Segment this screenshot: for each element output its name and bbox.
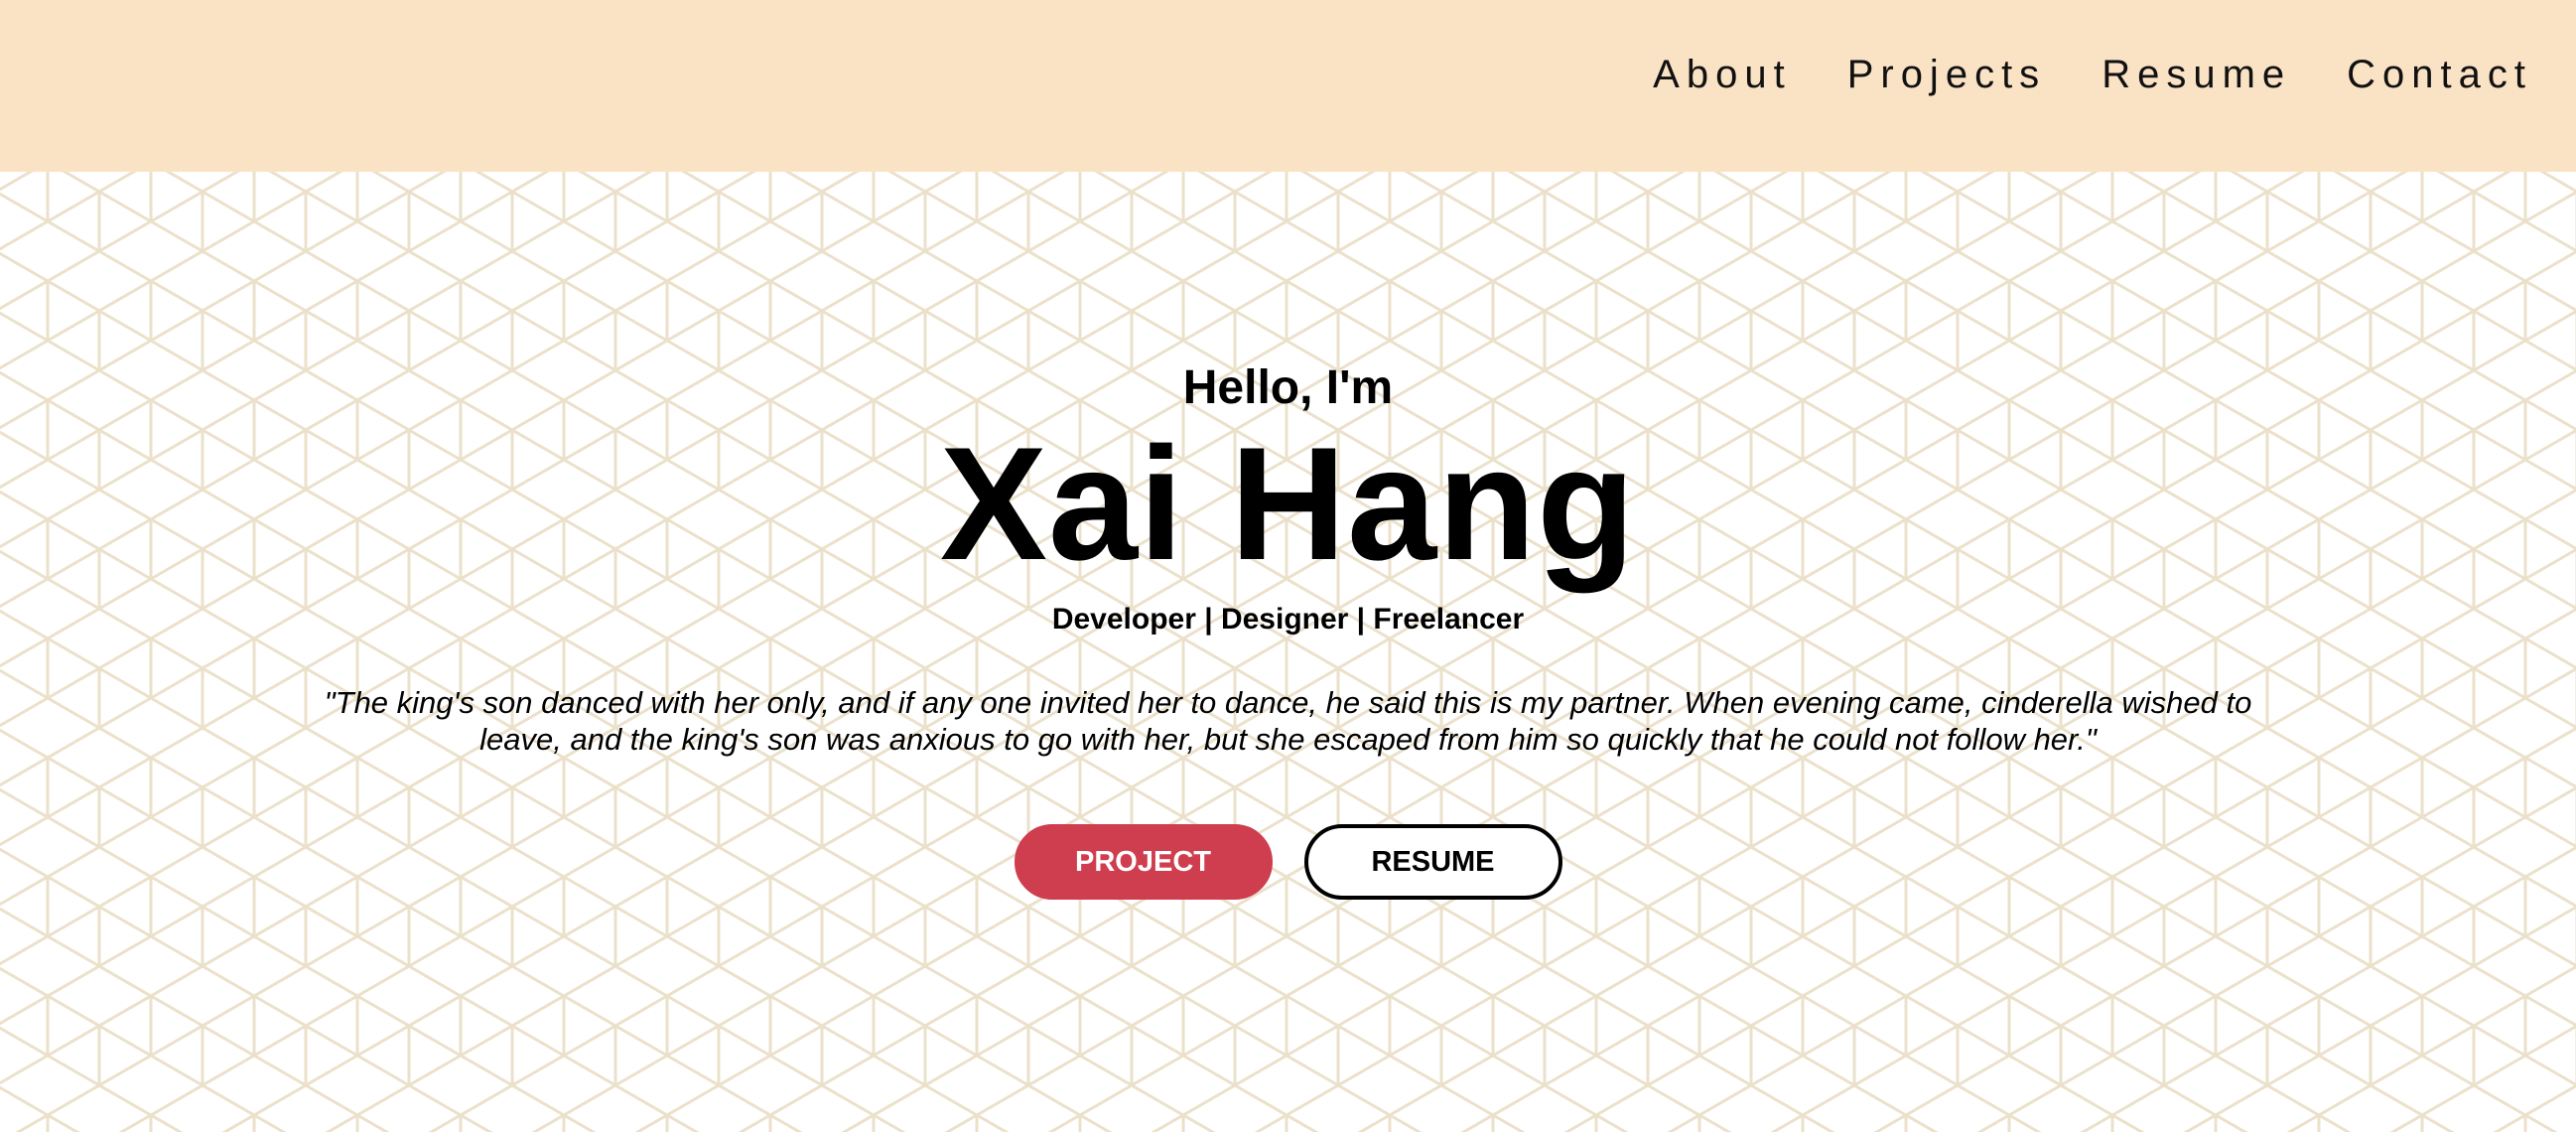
hero-button-row: PROJECT RESUME [0, 824, 2576, 900]
hero-section: Hello, I'm Xai Hang Developer | Designer… [0, 172, 2576, 1132]
resume-button[interactable]: RESUME [1303, 824, 1562, 900]
hero-name: Xai Hang [939, 414, 1637, 594]
hero-roles: Developer | Designer | Freelancer [1051, 603, 1525, 636]
site-header: About Projects Resume Contact [0, 0, 2576, 172]
nav-link-projects[interactable]: Projects [1847, 48, 2047, 101]
project-button[interactable]: PROJECT [1014, 824, 1273, 900]
main-nav: About Projects Resume Contact [1653, 48, 2532, 101]
hero-quote-line-2: leave, and the king's son was anxious to… [479, 722, 2097, 757]
hero-quote: "The king's son danced with her only, an… [278, 684, 2298, 758]
nav-link-about[interactable]: About [1653, 48, 1792, 101]
hero-content: Hello, I'm Xai Hang Developer | Designer… [0, 172, 2576, 1132]
nav-link-resume[interactable]: Resume [2101, 48, 2291, 101]
hero-quote-line-1: "The king's son danced with her only, an… [324, 685, 2252, 720]
hero-greeting: Hello, I'm [1182, 361, 1394, 414]
nav-link-contact[interactable]: Contact [2347, 48, 2532, 101]
